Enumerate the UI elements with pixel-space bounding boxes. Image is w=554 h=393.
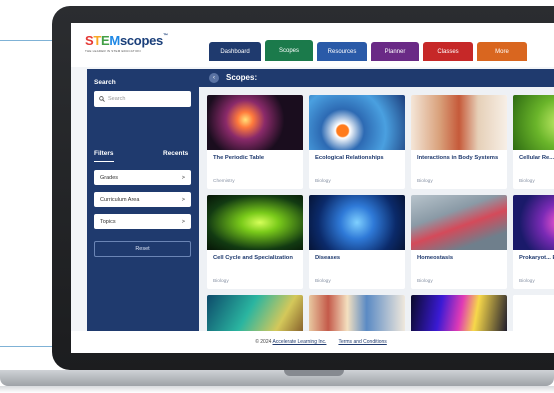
filter-label: Curriculum Area (100, 196, 140, 203)
app-header: STEMscopes™ THE LEADER IN STEM EDUCATION… (71, 23, 554, 67)
scope-card[interactable]: Homeostasis Biology (411, 195, 507, 289)
scope-card-subject: Biology (315, 179, 331, 184)
scope-card-image (207, 295, 303, 331)
scope-card[interactable]: Interactions in Body Systems Biology (411, 95, 507, 189)
back-arrow-icon[interactable]: ‹ (209, 73, 219, 83)
search-label: Search (94, 79, 116, 86)
scope-card-title: The Periodic Table (213, 155, 265, 161)
scope-card-image (309, 295, 405, 331)
stemscopes-logo[interactable]: STEMscopes™ (85, 33, 168, 48)
filters-tab-underline (94, 161, 114, 162)
scope-card-image (309, 95, 405, 150)
chevron-right-icon: > (181, 218, 185, 225)
scope-card-image (411, 295, 507, 331)
scope-card-image (309, 195, 405, 250)
scope-card-subject: Biology (417, 279, 433, 284)
laptop-shadow (0, 386, 554, 393)
nav-tab-planner[interactable]: Planner (371, 42, 419, 61)
filter-label: Topics (100, 218, 116, 225)
scope-card[interactable]: Ecological Relationships Biology (309, 95, 405, 189)
nav-tab-classes[interactable]: Classes (423, 42, 473, 61)
scope-card[interactable]: Diseases Biology (309, 195, 405, 289)
decorative-line-bottom (0, 346, 60, 347)
logo-trademark: ™ (162, 33, 168, 39)
scope-card-title: Prokaryot... Eukaryotic... (519, 255, 554, 261)
chevron-right-icon: > (181, 196, 185, 203)
scope-card-subject: Biology (315, 279, 331, 284)
reset-button[interactable]: Reset (94, 241, 191, 257)
scope-card-subject: Chemistry (213, 179, 235, 184)
nav-tab-resources[interactable]: Resources (317, 42, 367, 61)
laptop-screen: STEMscopes™ THE LEADER IN STEM EDUCATION… (71, 23, 554, 353)
logo-tagline: THE LEADER IN STEM EDUCATION (85, 49, 141, 53)
logo-word-scopes: scopes (119, 33, 163, 48)
logo-letter-t: T (93, 33, 102, 48)
scope-card[interactable]: Prokaryot... Eukaryotic... Biology (513, 195, 554, 289)
scope-card-title: Ecological Relationships (315, 155, 384, 161)
filter-topics[interactable]: Topics > (94, 214, 191, 229)
scope-card-image (411, 195, 507, 250)
scope-card[interactable] (513, 295, 554, 331)
scope-card-image (411, 95, 507, 150)
scope-card-image (513, 195, 554, 250)
scope-card[interactable]: Cellular Re... Photosynt... Biology (513, 95, 554, 189)
copyright-text: © 2024 (255, 339, 272, 345)
company-link[interactable]: Accelerate Learning Inc. (273, 339, 327, 345)
scope-card-title: Interactions in Body Systems (417, 155, 499, 161)
scope-card-title: Homeostasis (417, 255, 454, 261)
scope-card-subject: Biology (213, 279, 229, 284)
scopes-grid: The Periodic Table Chemistry Ecological Re… (199, 87, 554, 331)
scope-card-image (207, 95, 303, 150)
recents-tab[interactable]: Recents (163, 150, 188, 157)
scope-card[interactable] (411, 295, 507, 331)
nav-tab-more[interactable]: More (477, 42, 527, 61)
scope-card[interactable]: Cell Cycle and Specialization Biology (207, 195, 303, 289)
footer: © 2024 Accelerate Learning Inc. Terms an… (71, 331, 554, 353)
search-input[interactable] (108, 96, 188, 102)
search-box[interactable] (94, 91, 191, 107)
scope-card-title: Cell Cycle and Specialization (213, 255, 293, 261)
laptop-notch (284, 370, 344, 376)
scope-card-subject: Biology (519, 279, 535, 284)
decorative-line-top (0, 40, 60, 41)
scope-card-image (513, 95, 554, 150)
filter-label: Grades (100, 174, 119, 181)
scopes-header-bar: ‹ Scopes: (199, 69, 554, 87)
scope-card-title: Cellular Re... Photosynt... (519, 155, 554, 161)
chevron-right-icon: > (181, 174, 185, 181)
filters-tab[interactable]: Filters (94, 150, 114, 157)
search-icon (99, 96, 105, 102)
page-title: Scopes: (226, 73, 258, 82)
scope-card[interactable] (207, 295, 303, 331)
scope-card-subject: Biology (417, 179, 433, 184)
scope-card-image (513, 295, 554, 331)
logo-letter-m: M (109, 33, 120, 48)
sidebar: Search Filters Recents Grades>Curriculum… (87, 69, 199, 331)
scope-card-image (207, 195, 303, 250)
main-nav: Dashboard Scopes Resources Planner Classes Mo… (209, 40, 527, 61)
scope-card-subject: Biology (519, 179, 535, 184)
scope-card[interactable]: The Periodic Table Chemistry (207, 95, 303, 189)
filter-grades[interactable]: Grades > (94, 170, 191, 185)
laptop-base (0, 370, 554, 386)
scope-card[interactable] (309, 295, 405, 331)
filter-curriculum-area[interactable]: Curriculum Area > (94, 192, 191, 207)
nav-tab-dashboard[interactable]: Dashboard (209, 42, 261, 61)
terms-link[interactable]: Terms and Conditions (338, 339, 386, 345)
scope-card-title: Diseases (315, 255, 341, 261)
nav-tab-scopes[interactable]: Scopes (265, 40, 313, 61)
